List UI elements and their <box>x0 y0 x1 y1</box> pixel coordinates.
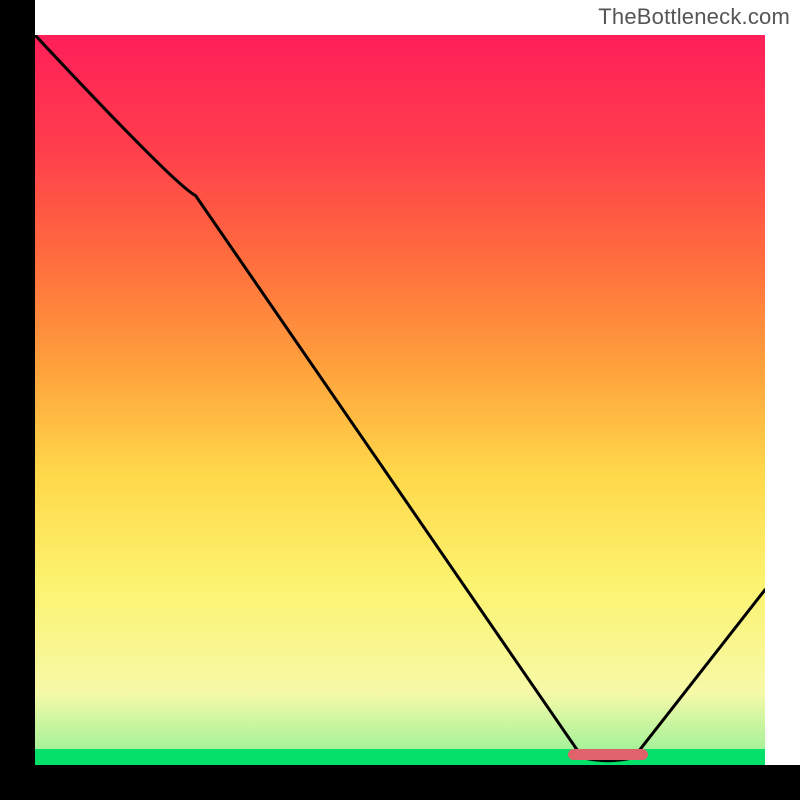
chart-frame: TheBottleneck.com <box>0 0 800 800</box>
x-axis <box>0 765 800 800</box>
y-axis <box>0 0 35 800</box>
watermark-text: TheBottleneck.com <box>598 4 790 30</box>
bottleneck-curve <box>35 35 765 765</box>
optimum-range-marker <box>568 749 648 760</box>
plot-area <box>35 35 765 765</box>
